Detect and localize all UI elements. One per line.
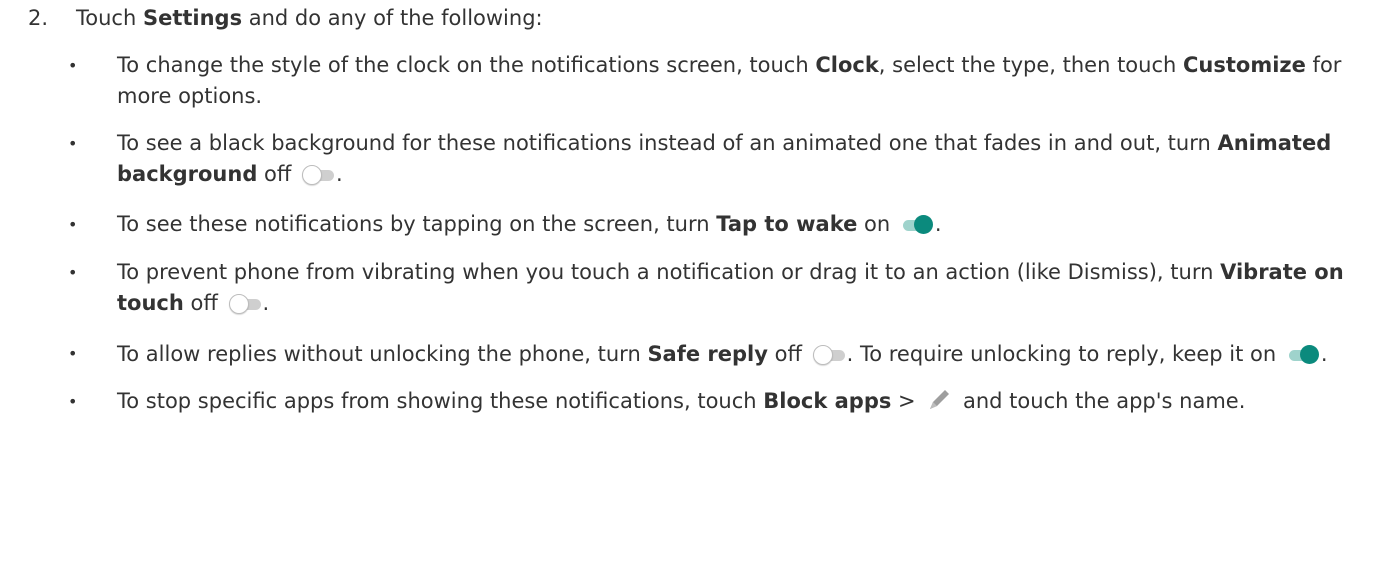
bullet-dot: •: [68, 263, 78, 282]
bullet-dot: •: [68, 392, 78, 411]
step-number: 2.: [28, 6, 49, 30]
block-apps-term: Block apps: [763, 389, 892, 413]
bullet-dot: •: [68, 56, 78, 75]
list-item-tap-to-wake: • To see these notifications by tapping …: [62, 209, 1352, 240]
bullet-dot: •: [68, 134, 78, 153]
toggle-on-icon: [901, 215, 935, 235]
list-item-block-apps: • To stop specific apps from showing the…: [62, 386, 1352, 417]
list-item-animated-background: • To see a black background for these no…: [62, 128, 1352, 190]
clock-term: Clock: [815, 53, 879, 77]
bullet-dot: •: [68, 215, 78, 234]
tap-to-wake-term: Tap to wake: [716, 212, 858, 236]
toggle-off-icon: [228, 294, 263, 314]
help-page: 2. Touch Settings and do any of the foll…: [0, 0, 1373, 578]
bullet-dot: •: [68, 344, 78, 363]
pencil-icon: [930, 390, 950, 409]
list-item-clock: • To change the style of the clock on th…: [62, 50, 1352, 112]
list-item-vibrate-on-touch: • To prevent phone from vibrating when y…: [62, 257, 1352, 319]
customize-term: Customize: [1183, 53, 1306, 77]
toggle-on-icon: [1287, 345, 1321, 365]
safe-reply-term: Safe reply: [647, 342, 768, 366]
step-2: 2. Touch Settings and do any of the foll…: [28, 6, 543, 30]
toggle-off-icon: [812, 345, 847, 365]
toggle-off-icon: [302, 165, 336, 185]
options-list: • To change the style of the clock on th…: [62, 50, 1352, 417]
list-item-safe-reply: • To allow replies without unlocking the…: [62, 336, 1352, 372]
step-text: Touch Settings and do any of the followi…: [76, 6, 543, 30]
settings-term: Settings: [142, 6, 243, 30]
